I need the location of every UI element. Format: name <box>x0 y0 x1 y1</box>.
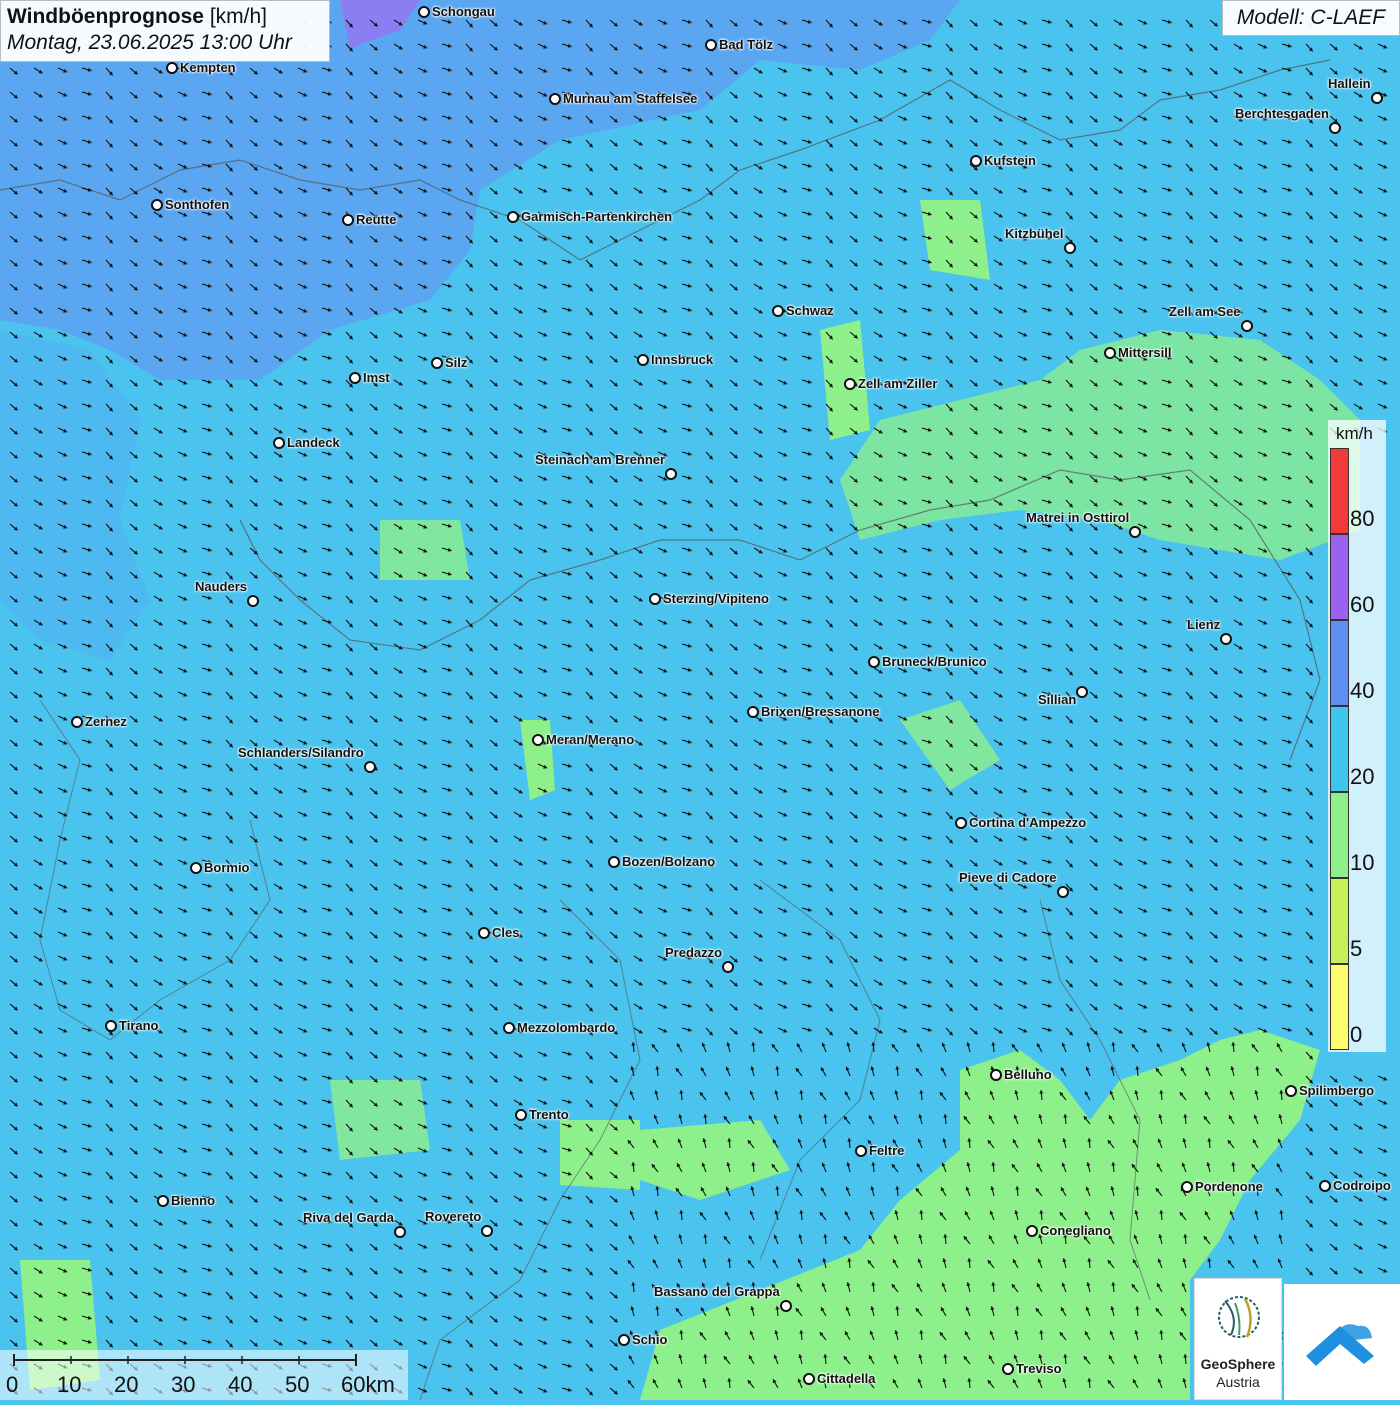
gust-zone-10-20-patch-d <box>920 200 990 280</box>
gust-zone-10-20-patch-h <box>330 1080 430 1160</box>
gust-zone-10-20-patch-e <box>560 1120 640 1190</box>
